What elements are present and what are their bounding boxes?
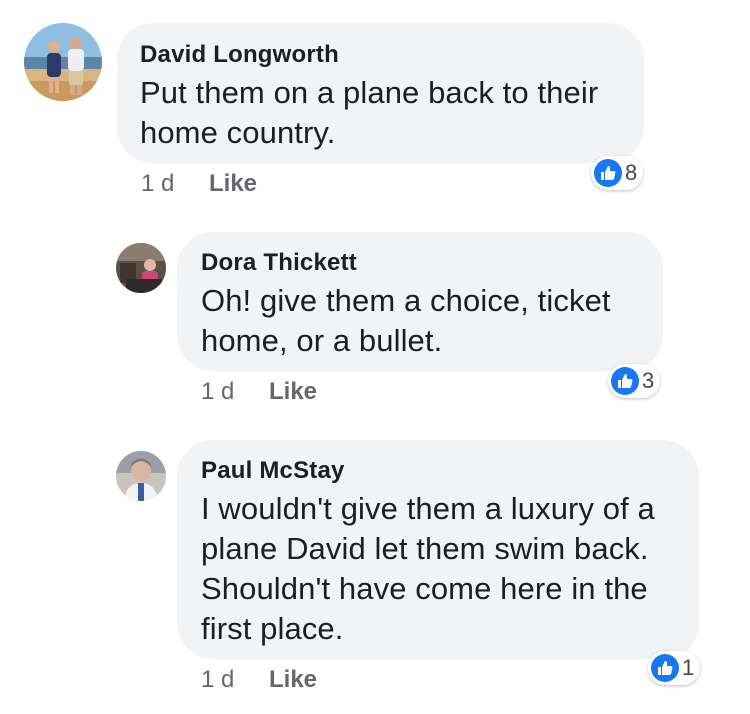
- reaction-count: 8: [625, 160, 638, 185]
- comment-thread: David Longworth Put them on a plane back…: [0, 0, 750, 714]
- comment-timestamp[interactable]: 1 d: [201, 666, 234, 694]
- thumbs-up-icon: [594, 159, 622, 187]
- reaction-badge[interactable]: 3: [608, 364, 661, 398]
- comment-author[interactable]: David Longworth: [140, 41, 339, 69]
- comment-text-line: plane David let them swim back.: [201, 531, 649, 566]
- comment-text: Oh! give them a choice, ticket home, or …: [201, 281, 611, 361]
- avatar[interactable]: [24, 23, 102, 101]
- comment-author[interactable]: Dora Thickett: [201, 249, 357, 277]
- avatar[interactable]: [116, 451, 166, 501]
- like-button[interactable]: Like: [269, 378, 317, 406]
- comment-text-line: home, or a bullet.: [201, 323, 443, 358]
- comment-text: Put them on a plane back to their home c…: [140, 73, 598, 153]
- like-button[interactable]: Like: [209, 170, 257, 198]
- comment-text-line: Put them on a plane back to their: [140, 75, 599, 110]
- comment-text-line: Oh! give them a choice, ticket: [201, 283, 611, 318]
- thumbs-up-icon: [611, 367, 639, 395]
- comment-text-line: Shouldn't have come here in the: [201, 571, 648, 606]
- comment-author[interactable]: Paul McStay: [201, 457, 345, 485]
- comment-text-line: I wouldn't give them a luxury of a: [201, 491, 655, 526]
- thumbs-up-icon: [651, 654, 679, 682]
- reaction-badge[interactable]: 1: [648, 651, 701, 685]
- comment-text-line: first place.: [201, 611, 344, 646]
- avatar[interactable]: [116, 243, 166, 293]
- comment-text-line: home country.: [140, 115, 336, 150]
- reaction-count: 1: [682, 655, 695, 680]
- comment-timestamp[interactable]: 1 d: [201, 378, 234, 406]
- like-button[interactable]: Like: [269, 666, 317, 694]
- reaction-badge[interactable]: 8: [591, 156, 644, 190]
- reaction-count: 3: [642, 368, 655, 393]
- comment-text: I wouldn't give them a luxury of a plane…: [201, 489, 655, 649]
- comment-timestamp[interactable]: 1 d: [141, 170, 174, 198]
